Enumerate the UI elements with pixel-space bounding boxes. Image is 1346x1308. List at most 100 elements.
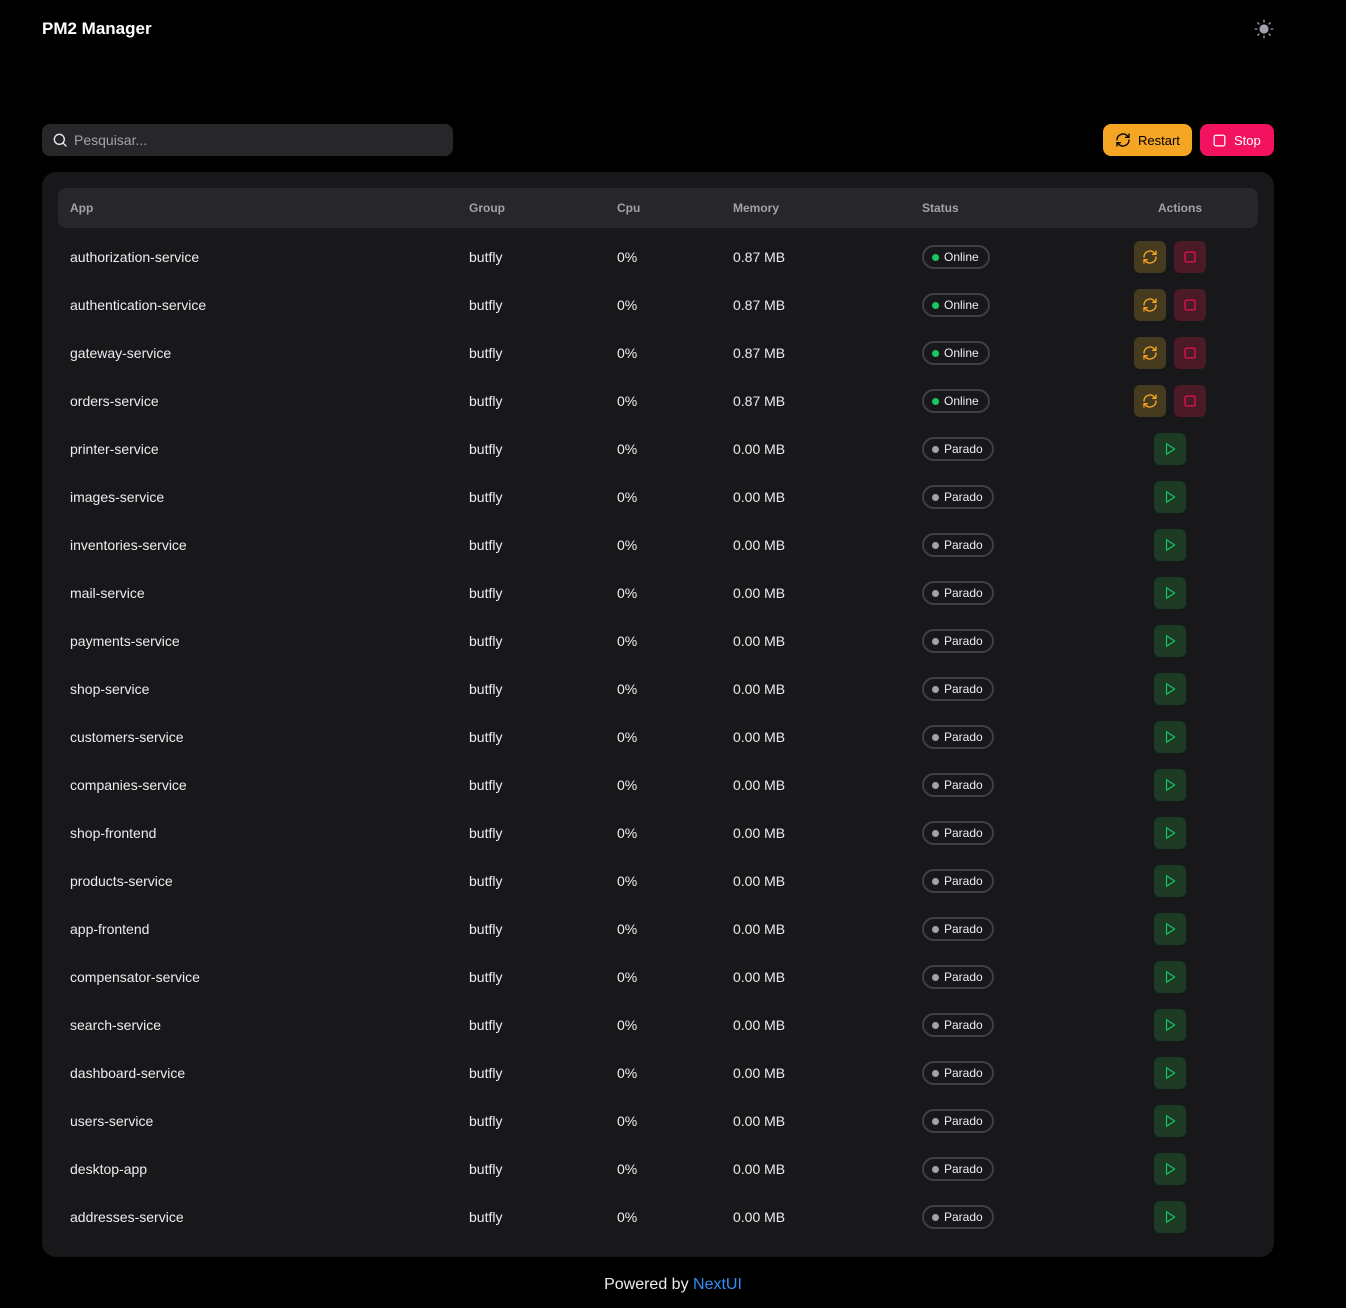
start-button[interactable]: [1154, 1009, 1186, 1041]
status-cell: Parado: [922, 1013, 1122, 1037]
status-badge: Online: [922, 293, 990, 317]
status-cell: Parado: [922, 581, 1122, 605]
status-cell: Parado: [922, 869, 1122, 893]
column-header-memory[interactable]: Memory: [733, 201, 922, 215]
row-actions: [1122, 817, 1238, 849]
start-button[interactable]: [1154, 1153, 1186, 1185]
status-cell: Parado: [922, 1109, 1122, 1133]
start-button[interactable]: [1154, 1057, 1186, 1089]
table-row: desktop-app butfly 0% 0.00 MB Parado: [58, 1145, 1258, 1193]
group-cell: butfly: [469, 1065, 503, 1081]
memory-cell: 0.00 MB: [733, 489, 786, 505]
restart-button[interactable]: [1134, 289, 1166, 321]
actions-cell: [1122, 769, 1258, 801]
status-badge: Parado: [922, 533, 994, 557]
row-actions: [1122, 433, 1238, 465]
status-label: Online: [944, 250, 979, 264]
restart-button[interactable]: [1134, 337, 1166, 369]
actions-cell: [1122, 817, 1258, 849]
restart-button[interactable]: [1134, 385, 1166, 417]
cpu-cell: 0%: [617, 825, 638, 841]
status-cell: Parado: [922, 821, 1122, 845]
group-cell: butfly: [469, 1209, 503, 1225]
start-button[interactable]: [1154, 817, 1186, 849]
start-button[interactable]: [1154, 433, 1186, 465]
status-label: Parado: [944, 538, 983, 552]
start-button[interactable]: [1154, 625, 1186, 657]
start-button[interactable]: [1154, 865, 1186, 897]
status-label: Parado: [944, 1114, 983, 1128]
status-label: Parado: [944, 970, 983, 984]
status-badge: Online: [922, 341, 990, 365]
status-label: Parado: [944, 826, 983, 840]
column-header-status[interactable]: Status: [922, 201, 1122, 215]
footer: Powered by NextUI: [0, 1276, 1346, 1294]
start-button[interactable]: [1154, 961, 1186, 993]
row-actions: [1122, 865, 1238, 897]
status-cell: Parado: [922, 917, 1122, 941]
start-button[interactable]: [1154, 721, 1186, 753]
memory-cell: 0.00 MB: [733, 873, 786, 889]
column-header-cpu[interactable]: Cpu: [617, 201, 733, 215]
actions-cell: [1122, 241, 1258, 273]
cpu-cell: 0%: [617, 249, 638, 265]
column-header-app[interactable]: App: [58, 201, 469, 215]
status-badge: Parado: [922, 1157, 994, 1181]
start-button[interactable]: [1154, 673, 1186, 705]
stop-button[interactable]: [1174, 241, 1206, 273]
actions-cell: [1122, 865, 1258, 897]
start-button[interactable]: [1154, 481, 1186, 513]
row-actions: [1122, 1201, 1238, 1233]
search-input[interactable]: [74, 132, 443, 148]
status-badge: Parado: [922, 581, 994, 605]
memory-cell: 0.87 MB: [733, 249, 786, 265]
play-icon: [1165, 683, 1176, 695]
row-actions: [1122, 289, 1238, 321]
restart-all-button[interactable]: Restart: [1103, 124, 1192, 156]
row-actions: [1122, 961, 1238, 993]
app-title: PM2 Manager: [42, 19, 152, 38]
row-actions: [1122, 1105, 1238, 1137]
group-cell: butfly: [469, 393, 503, 409]
status-dot-icon: [932, 445, 939, 453]
column-header-group[interactable]: Group: [469, 201, 617, 215]
memory-cell: 0.00 MB: [733, 777, 786, 793]
status-dot-icon: [932, 1069, 939, 1077]
cpu-cell: 0%: [617, 345, 638, 361]
cpu-cell: 0%: [617, 729, 638, 745]
bulk-actions: Restart Stop: [1103, 124, 1274, 156]
cpu-cell: 0%: [617, 633, 638, 649]
play-icon: [1165, 635, 1176, 647]
stop-button[interactable]: [1174, 337, 1206, 369]
status-dot-icon: [932, 397, 939, 405]
stop-button[interactable]: [1174, 289, 1206, 321]
status-cell: Parado: [922, 437, 1122, 461]
table-row: products-service butfly 0% 0.00 MB Parado: [58, 857, 1258, 905]
table-row: orders-service butfly 0% 0.87 MB Online: [58, 377, 1258, 425]
row-actions: [1122, 769, 1238, 801]
search-box[interactable]: [42, 124, 453, 156]
status-cell: Parado: [922, 533, 1122, 557]
status-badge: Parado: [922, 1061, 994, 1085]
memory-cell: 0.00 MB: [733, 441, 786, 457]
theme-toggle-button[interactable]: [1252, 17, 1276, 41]
status-dot-icon: [932, 925, 939, 933]
restart-button[interactable]: [1134, 241, 1166, 273]
start-button[interactable]: [1154, 577, 1186, 609]
start-button[interactable]: [1154, 1105, 1186, 1137]
status-label: Parado: [944, 874, 983, 888]
cpu-cell: 0%: [617, 585, 638, 601]
table-row: shop-frontend butfly 0% 0.00 MB Parado: [58, 809, 1258, 857]
start-button[interactable]: [1154, 769, 1186, 801]
nextui-link[interactable]: NextUI: [693, 1276, 742, 1293]
cpu-cell: 0%: [617, 969, 638, 985]
table-row: addresses-service butfly 0% 0.00 MB Parado: [58, 1193, 1258, 1241]
start-button[interactable]: [1154, 913, 1186, 945]
process-table-card: App Group Cpu Memory Status Actions auth…: [42, 172, 1274, 1257]
start-button[interactable]: [1154, 529, 1186, 561]
stop-button[interactable]: [1174, 385, 1206, 417]
play-icon: [1165, 443, 1176, 455]
stop-icon: [1184, 251, 1196, 263]
start-button[interactable]: [1154, 1201, 1186, 1233]
stop-all-button[interactable]: Stop: [1200, 124, 1274, 156]
